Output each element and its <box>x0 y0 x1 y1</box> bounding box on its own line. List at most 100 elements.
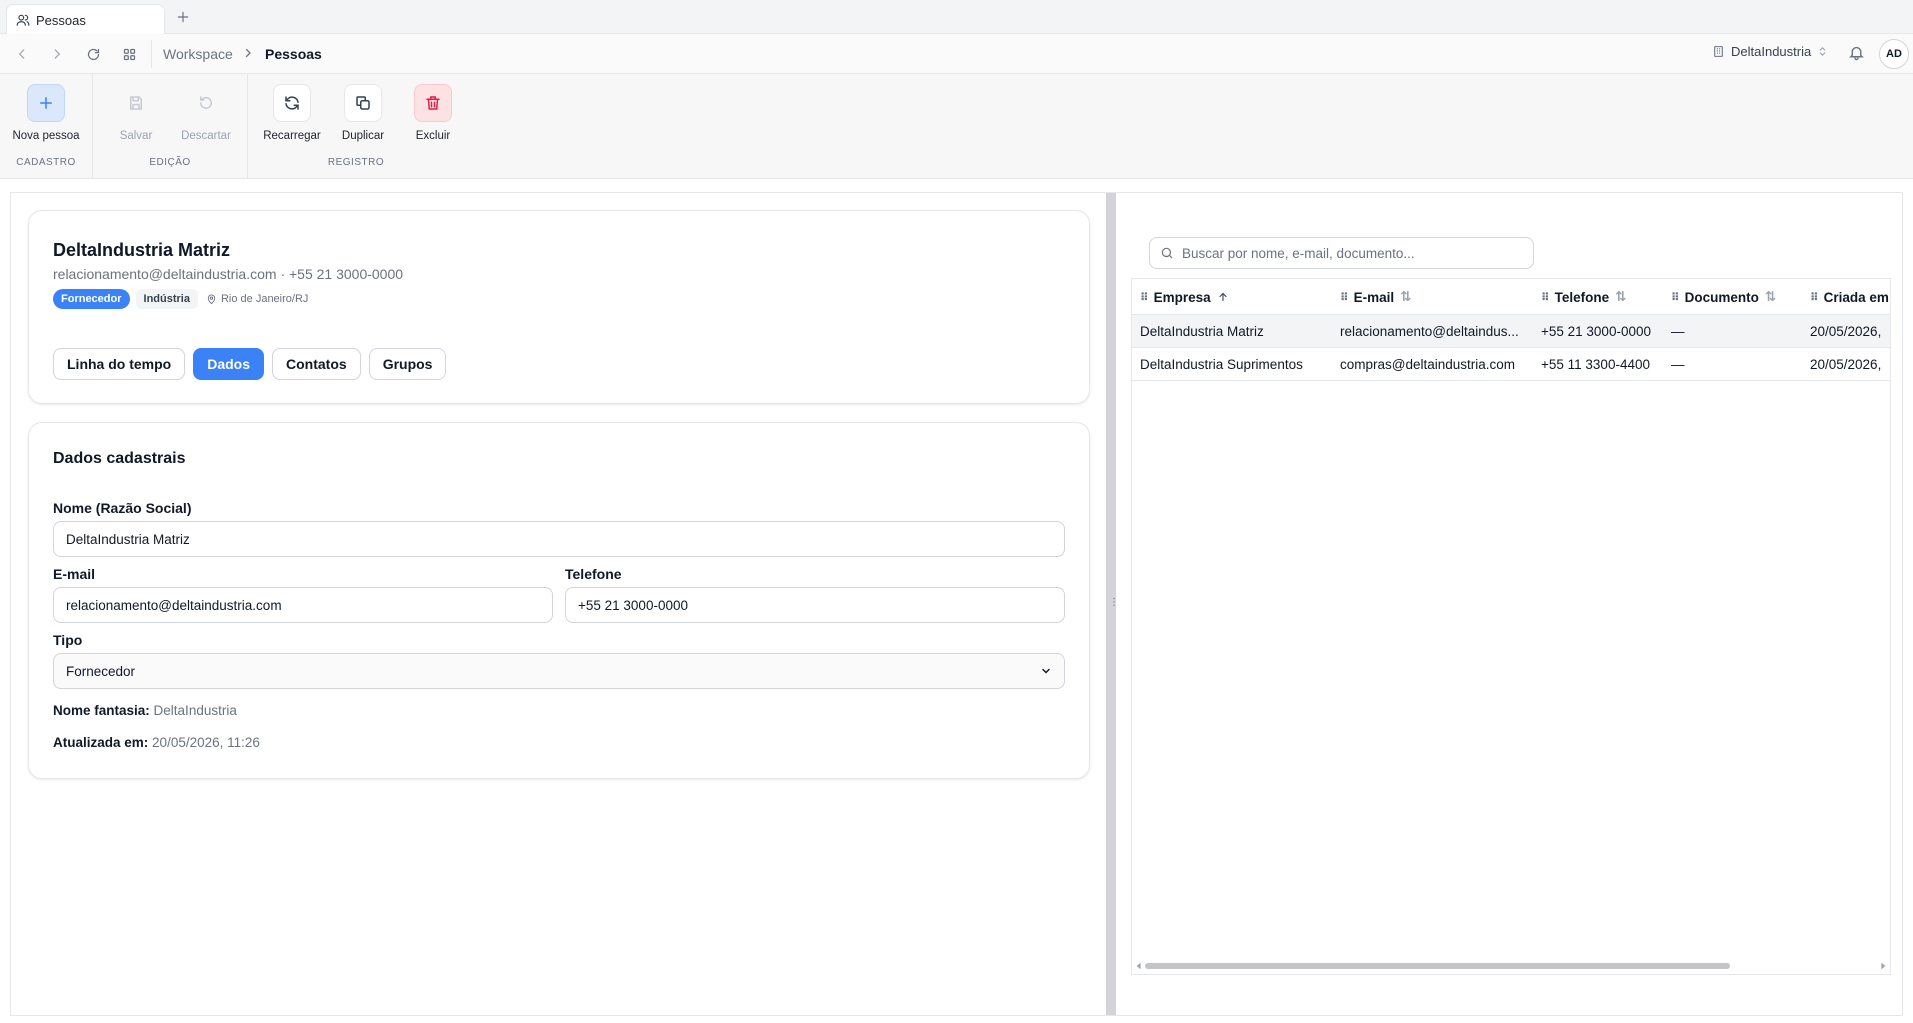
ribbon-group-label: CADASTRO <box>16 157 76 168</box>
grid-icon <box>123 48 135 60</box>
discard-label: Descartar <box>181 130 231 142</box>
building-icon <box>1712 45 1725 58</box>
horizontal-scrollbar[interactable] <box>1135 961 1887 971</box>
cell-documento: — <box>1671 357 1685 372</box>
scroll-left-icon <box>1136 962 1141 970</box>
breadcrumb-workspace[interactable]: Workspace <box>163 46 233 62</box>
save-label: Salvar <box>119 130 153 142</box>
tab-dados[interactable]: Dados <box>193 348 265 380</box>
new-person-label: Nova pessoa <box>12 130 80 142</box>
trade-name-value: DeltaIndustria <box>153 703 237 718</box>
back-button[interactable] <box>10 42 34 66</box>
tab-pessoas[interactable]: Pessoas <box>6 4 165 35</box>
reload-record-label: Recarregar <box>263 130 321 142</box>
record-subtitle: relacionamento@deltaindustria.com · +55 … <box>53 266 404 282</box>
undo-icon <box>200 96 212 109</box>
section-title: Dados cadastrais <box>53 450 186 467</box>
cell-telefone: +55 11 3300-4400 <box>1541 357 1650 372</box>
chevron-right-icon <box>54 49 61 59</box>
chevron-updown-icon <box>1817 46 1828 57</box>
ribbon-group-registro: Recarregar Duplicar Excluir REGISTRO <box>248 74 464 178</box>
location: Rio de Janeiro/RJ <box>206 293 308 305</box>
list-pane: ⠿ Empresa ⠿ E-mail ⇅ ⠿ Telefone ⇅ ⠿ Docu… <box>1116 193 1902 1015</box>
sort-icon: ⇅ <box>1764 289 1777 304</box>
ribbon-group-label: EDIÇÃO <box>149 157 191 168</box>
table-header: ⠿ Empresa ⠿ E-mail ⇅ ⠿ Telefone ⇅ ⠿ Docu… <box>1132 279 1890 315</box>
user-avatar[interactable]: AD <box>1879 39 1909 69</box>
record-tabs: Linha do tempo Dados Contatos Grupos <box>53 348 447 380</box>
table-row[interactable]: DeltaIndustria Matriz relacionamento@del… <box>1132 315 1890 348</box>
phone-field[interactable] <box>565 587 1065 623</box>
record-header-card: DeltaIndustria Matriz relacionamento@del… <box>28 210 1090 404</box>
duplicate-button[interactable]: Duplicar <box>323 84 403 142</box>
reload-record-button[interactable]: Recarregar <box>252 84 332 142</box>
reload-icon <box>87 48 99 60</box>
sort-icon: ⇅ <box>1400 289 1412 304</box>
ribbon-group-cadastro: Nova pessoa CADASTRO <box>0 74 93 178</box>
duplicate-label: Duplicar <box>341 130 385 142</box>
discard-button[interactable]: Descartar <box>166 84 246 142</box>
reload-button[interactable] <box>81 42 105 66</box>
plus-icon <box>177 11 189 23</box>
chevron-left-icon <box>18 49 25 59</box>
column-header-email[interactable]: ⠿ E-mail ⇅ <box>1340 279 1411 315</box>
column-header-documento[interactable]: ⠿ Documento ⇅ <box>1671 279 1776 315</box>
new-person-button[interactable]: Nova pessoa <box>6 84 86 142</box>
apps-button[interactable] <box>117 42 141 66</box>
detail-pane: DeltaIndustria Matriz relacionamento@del… <box>11 193 1106 1015</box>
new-tab-button[interactable] <box>172 6 194 28</box>
cell-email: relacionamento@deltaindus... <box>1340 324 1519 339</box>
search-box[interactable] <box>1149 237 1534 269</box>
tab-grupos[interactable]: Grupos <box>368 348 447 380</box>
scrollbar-thumb[interactable] <box>1145 963 1730 969</box>
name-label: Nome (Razão Social) <box>53 500 192 516</box>
map-pin-icon <box>207 294 216 304</box>
search-input[interactable] <box>1182 245 1522 261</box>
trade-name-label: Nome fantasia: <box>53 703 150 718</box>
type-label: Tipo <box>53 632 83 648</box>
org-switcher[interactable]: DeltaIndustria <box>1712 44 1828 59</box>
pane-resize-handle[interactable]: ⋮ <box>1106 193 1119 1015</box>
column-header-criada-em[interactable]: ⠿ Criada em <box>1810 279 1889 315</box>
registration-data-card: Dados cadastrais Nome (Razão Social) E-m… <box>28 422 1090 779</box>
email-field[interactable] <box>53 587 553 623</box>
trash-icon <box>426 96 440 110</box>
type-badge: Fornecedor <box>53 289 130 309</box>
drag-handle-icon[interactable]: ⠿ <box>1340 291 1349 304</box>
column-header-telefone[interactable]: ⠿ Telefone ⇅ <box>1541 279 1626 315</box>
cell-criada-em: 20/05/2026, <box>1810 324 1882 339</box>
drag-handle-icon[interactable]: ⠿ <box>1541 291 1550 304</box>
cell-telefone: +55 21 3000-0000 <box>1541 324 1651 339</box>
workspace: DeltaIndustria Matriz relacionamento@del… <box>10 192 1903 1016</box>
sort-icon: ⇅ <box>1615 289 1627 304</box>
delete-button[interactable]: Excluir <box>393 84 473 142</box>
drag-handle-icon[interactable]: ⠿ <box>1671 291 1680 304</box>
save-button[interactable]: Salvar <box>96 84 176 142</box>
tab-title: Pessoas <box>36 12 86 28</box>
column-title: Telefone <box>1554 289 1610 305</box>
ribbon-group-label: REGISTRO <box>327 157 385 168</box>
drag-handle-icon[interactable]: ⠿ <box>1810 291 1819 304</box>
type-select[interactable]: Fornecedor <box>53 653 1065 689</box>
divider <box>151 40 152 68</box>
bell-icon <box>1849 46 1864 61</box>
save-icon <box>130 96 142 110</box>
chevron-right-icon <box>242 47 254 59</box>
name-field[interactable] <box>53 521 1065 557</box>
updated-at-row: Atualizada em: 20/05/2026, 11:26 <box>53 735 260 750</box>
notifications-button[interactable] <box>1848 44 1865 61</box>
drag-handle-icon[interactable]: ⠿ <box>1140 291 1149 304</box>
cell-email: compras@deltaindustria.com <box>1340 357 1516 372</box>
tab-contatos[interactable]: Contatos <box>272 348 361 380</box>
refresh-icon <box>285 96 299 110</box>
browser-tabstrip: Pessoas <box>0 0 1913 35</box>
forward-button[interactable] <box>45 42 69 66</box>
email-label: E-mail <box>53 566 96 582</box>
ribbon-group-edicao: Salvar Descartar EDIÇÃO <box>93 74 248 178</box>
tab-linha-do-tempo[interactable]: Linha do tempo <box>53 348 186 380</box>
segment-badge: Indústria <box>135 289 198 309</box>
ribbon-toolbar: Nova pessoa CADASTRO Salvar Descartar ED… <box>0 74 1913 179</box>
navigation-bar: Workspace Pessoas DeltaIndustria <box>0 34 1913 74</box>
table-row[interactable]: DeltaIndustria Suprimentos compras@delta… <box>1132 348 1890 381</box>
column-header-empresa[interactable]: ⠿ Empresa <box>1140 279 1229 315</box>
